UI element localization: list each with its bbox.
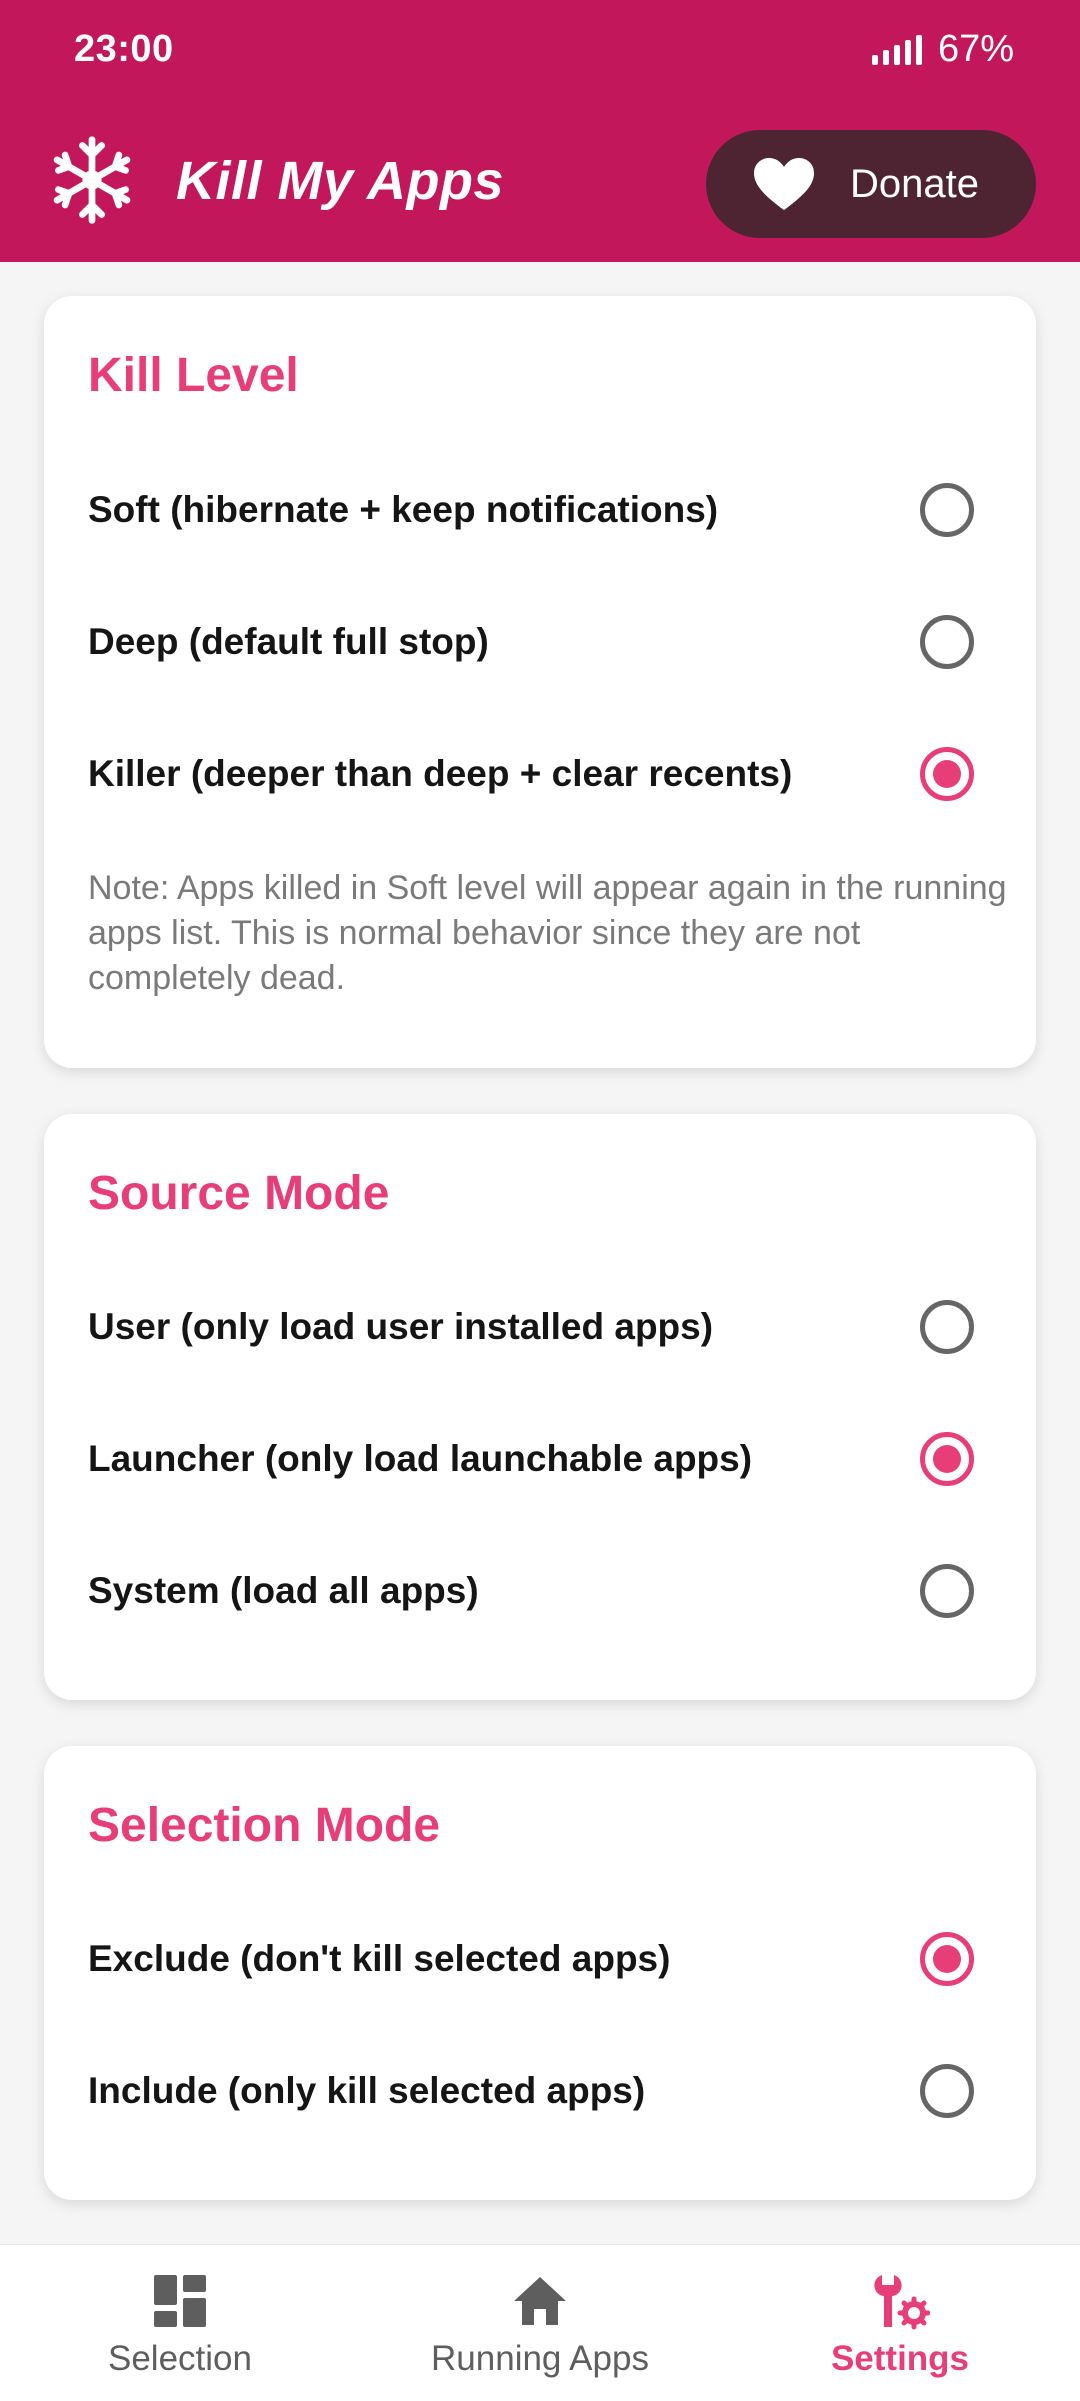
settings-wrench-icon xyxy=(874,2275,930,2330)
option-label: Launcher (only load launchable apps) xyxy=(88,1438,753,1479)
nav-item-selection[interactable]: Selection xyxy=(30,2245,330,2401)
dashboard-icon xyxy=(154,2275,206,2327)
source-mode-option-user[interactable]: User (only load user installed apps) xyxy=(44,1272,1036,1382)
selection-mode-option-exclude[interactable]: Exclude (don't kill selected apps) xyxy=(44,1904,1036,2014)
snowflake-icon xyxy=(53,136,131,224)
radio-button[interactable] xyxy=(920,483,974,537)
radio-button-selected[interactable] xyxy=(920,1432,974,1486)
donate-label: Donate xyxy=(850,161,979,206)
donate-button[interactable]: Donate xyxy=(706,130,1036,238)
source-mode-option-system[interactable]: System (load all apps) xyxy=(44,1536,1036,1646)
radio-button[interactable] xyxy=(920,615,974,669)
option-label: Exclude (don't kill selected apps) xyxy=(88,1938,671,1979)
option-label: System (load all apps) xyxy=(88,1570,479,1611)
option-label: Include (only kill selected apps) xyxy=(88,2070,646,2111)
kill-level-title: Kill Level xyxy=(88,349,299,402)
option-label: User (only load user installed apps) xyxy=(88,1306,714,1347)
source-mode-title: Source Mode xyxy=(88,1167,390,1220)
source-mode-option-launcher[interactable]: Launcher (only load launchable apps) xyxy=(44,1404,1036,1514)
bottom-navigation: Selection Running Apps Settings xyxy=(0,2244,1080,2401)
heart-icon xyxy=(754,158,814,210)
home-icon xyxy=(514,2277,566,2325)
selection-mode-title: Selection Mode xyxy=(88,1799,441,1852)
kill-level-card: Kill Level Soft (hibernate + keep notifi… xyxy=(44,296,1036,1068)
option-label: Soft (hibernate + keep notifications) xyxy=(88,489,719,530)
nav-label: Settings xyxy=(830,2339,970,2378)
nav-label: Running Apps xyxy=(431,2339,649,2378)
kill-level-note: Note: Apps killed in Soft level will app… xyxy=(88,869,1007,997)
status-indicators: 67% xyxy=(871,28,1014,71)
option-label: Killer (deeper than deep + clear recents… xyxy=(88,753,793,794)
selection-mode-option-include[interactable]: Include (only kill selected apps) xyxy=(44,2036,1036,2146)
battery-level: 67% xyxy=(937,28,1014,70)
signal-icon xyxy=(871,34,922,65)
radio-button-selected[interactable] xyxy=(920,747,974,801)
nav-item-settings[interactable]: Settings xyxy=(750,2245,1050,2401)
selection-mode-card: Selection Mode Exclude (don't kill selec… xyxy=(44,1746,1036,2200)
radio-button[interactable] xyxy=(920,1300,974,1354)
option-label: Deep (default full stop) xyxy=(88,621,489,662)
nav-item-running-apps[interactable]: Running Apps xyxy=(390,2245,690,2401)
kill-level-option-killer[interactable]: Killer (deeper than deep + clear recents… xyxy=(44,719,1036,829)
radio-button-selected[interactable] xyxy=(920,1932,974,1986)
app-title: Kill My Apps xyxy=(176,151,505,211)
app-bar: 23:00 67% Kill My Apps Donate xyxy=(0,0,1080,262)
kill-level-option-deep[interactable]: Deep (default full stop) xyxy=(44,587,1036,697)
status-time: 23:00 xyxy=(74,28,174,70)
nav-label: Selection xyxy=(108,2339,252,2378)
source-mode-card: Source Mode User (only load user install… xyxy=(44,1114,1036,1700)
kill-level-option-soft[interactable]: Soft (hibernate + keep notifications) xyxy=(44,455,1036,565)
radio-button[interactable] xyxy=(920,1564,974,1618)
radio-button[interactable] xyxy=(920,2064,974,2118)
